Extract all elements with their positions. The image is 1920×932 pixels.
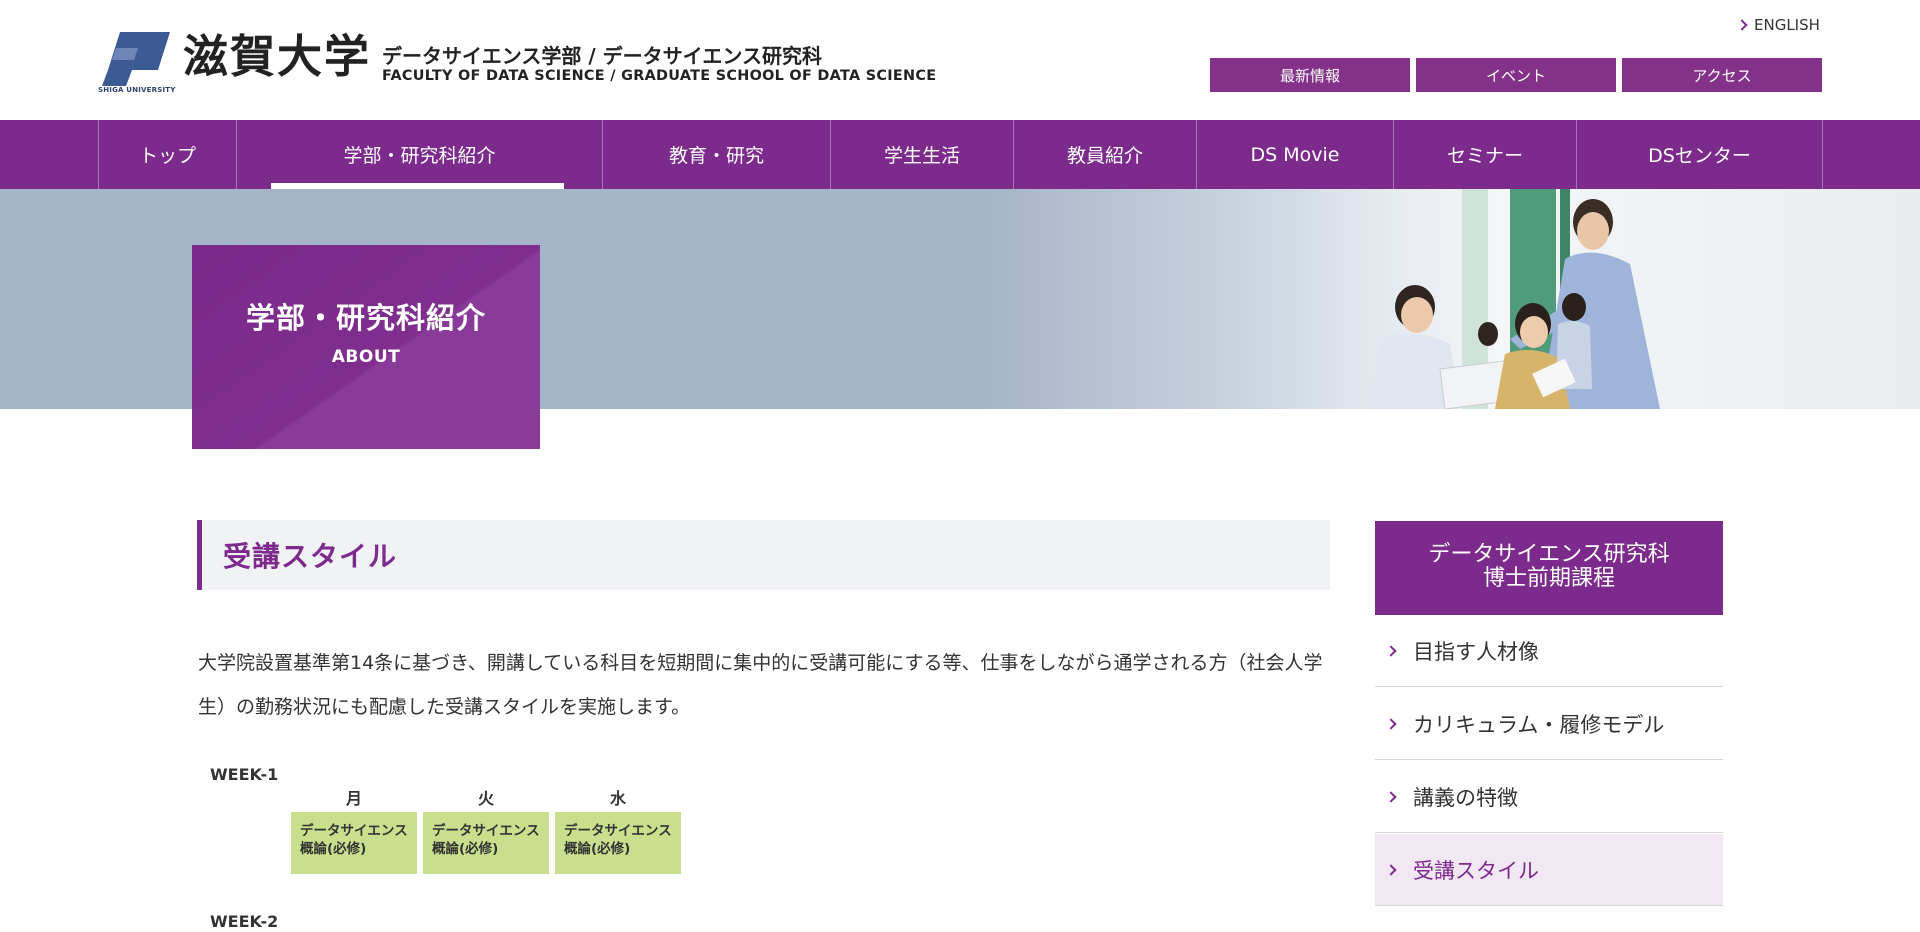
sidebar-heading: データサイエンス研究科 博士前期課程: [1375, 521, 1723, 615]
week1-label: WEEK-1: [210, 765, 279, 784]
sidebar-item-ideal-talent[interactable]: 目指す人材像: [1375, 615, 1723, 687]
nav-item-student-life[interactable]: 学生生活: [830, 120, 1013, 189]
sidebar-item-lecture-features[interactable]: 講義の特徴: [1375, 761, 1723, 833]
chevron-right-icon: [1385, 864, 1397, 876]
university-logo[interactable]: SHIGA UNIVERSITY: [98, 30, 178, 96]
events-button[interactable]: イベント: [1416, 58, 1616, 92]
sidebar-item-label: 受講スタイル: [1413, 858, 1539, 883]
course-type: 概論(必修): [300, 841, 367, 857]
nav-item-about[interactable]: 学部・研究科紹介: [236, 120, 602, 189]
section-heading-text: 受講スタイル: [223, 540, 398, 573]
course-cell: データサイエンス 概論(必修): [555, 812, 681, 874]
nav-item-education-research[interactable]: 教育・研究: [602, 120, 830, 189]
course-cell: データサイエンス 概論(必修): [423, 812, 549, 874]
sidebar-item-course-style[interactable]: 受講スタイル: [1375, 834, 1723, 906]
sidebar-heading-line1: データサイエンス研究科: [1428, 542, 1670, 567]
course-type: 概論(必修): [564, 841, 631, 857]
nav-item-top[interactable]: トップ: [98, 120, 236, 189]
university-name[interactable]: 滋賀大学: [183, 34, 371, 79]
sidebar-item-curriculum[interactable]: カリキュラム・履修モデル: [1375, 688, 1723, 760]
sidebar-item-label: 目指す人材像: [1413, 639, 1539, 664]
nav-item-faculty[interactable]: 教員紹介: [1013, 120, 1196, 189]
day-label-wed: 水: [609, 789, 626, 808]
sidebar-heading-line2: 博士前期課程: [1482, 566, 1615, 591]
section-heading: 受講スタイル: [197, 520, 1330, 590]
course-type: 概論(必修): [432, 841, 499, 857]
news-button[interactable]: 最新情報: [1210, 58, 1410, 92]
logo-english-text: SHIGA UNIVERSITY: [98, 86, 176, 94]
access-button[interactable]: アクセス: [1622, 58, 1822, 92]
chevron-right-icon: [1385, 791, 1397, 803]
page-title-badge: 学部・研究科紹介 ABOUT: [192, 245, 540, 449]
sidebar-item-label: 講義の特徴: [1413, 785, 1518, 810]
nav-item-ds-movie[interactable]: DS Movie: [1196, 120, 1393, 189]
english-link[interactable]: ENGLISH: [1736, 16, 1820, 34]
site-header: SHIGA UNIVERSITY 滋賀大学 データサイエンス学部 / データサイ…: [0, 0, 1920, 120]
chevron-right-icon: [1736, 19, 1748, 31]
sidebar-item-label: カリキュラム・履修モデル: [1413, 712, 1665, 737]
week2-label: WEEK-2: [210, 912, 279, 931]
course-name: データサイエンス: [432, 823, 540, 839]
course-cell: データサイエンス 概論(必修): [291, 812, 417, 874]
faculty-name-jp: データサイエンス学部 / データサイエンス研究科: [382, 44, 823, 68]
nav-item-seminar[interactable]: セミナー: [1393, 120, 1576, 189]
page-subtitle: ABOUT: [331, 347, 401, 367]
day-label-tue: 火: [477, 789, 494, 808]
english-link-label: ENGLISH: [1754, 16, 1820, 34]
logo-mark-icon: [102, 32, 170, 86]
global-nav: トップ 学部・研究科紹介 教育・研究 学生生活 教員紹介 DS Movie セミ…: [0, 120, 1920, 189]
course-name: データサイエンス: [300, 823, 408, 839]
intro-paragraph: 大学院設置基準第14条に基づき、開講している科目を短期間に集中的に受講可能にする…: [198, 652, 1323, 718]
course-name: データサイエンス: [564, 823, 672, 839]
faculty-name-en: FACULTY OF DATA SCIENCE / GRADUATE SCHOO…: [382, 68, 937, 84]
utility-buttons: 最新情報 イベント アクセス: [1210, 58, 1822, 92]
students-illustration: [1370, 199, 1660, 409]
chevron-right-icon: [1385, 718, 1397, 730]
chevron-right-icon: [1385, 645, 1397, 657]
page-title: 学部・研究科紹介: [245, 301, 486, 335]
hero-photo: [980, 189, 1920, 409]
nav-item-ds-center[interactable]: DSセンター: [1576, 120, 1823, 189]
day-label-mon: 月: [345, 789, 362, 808]
